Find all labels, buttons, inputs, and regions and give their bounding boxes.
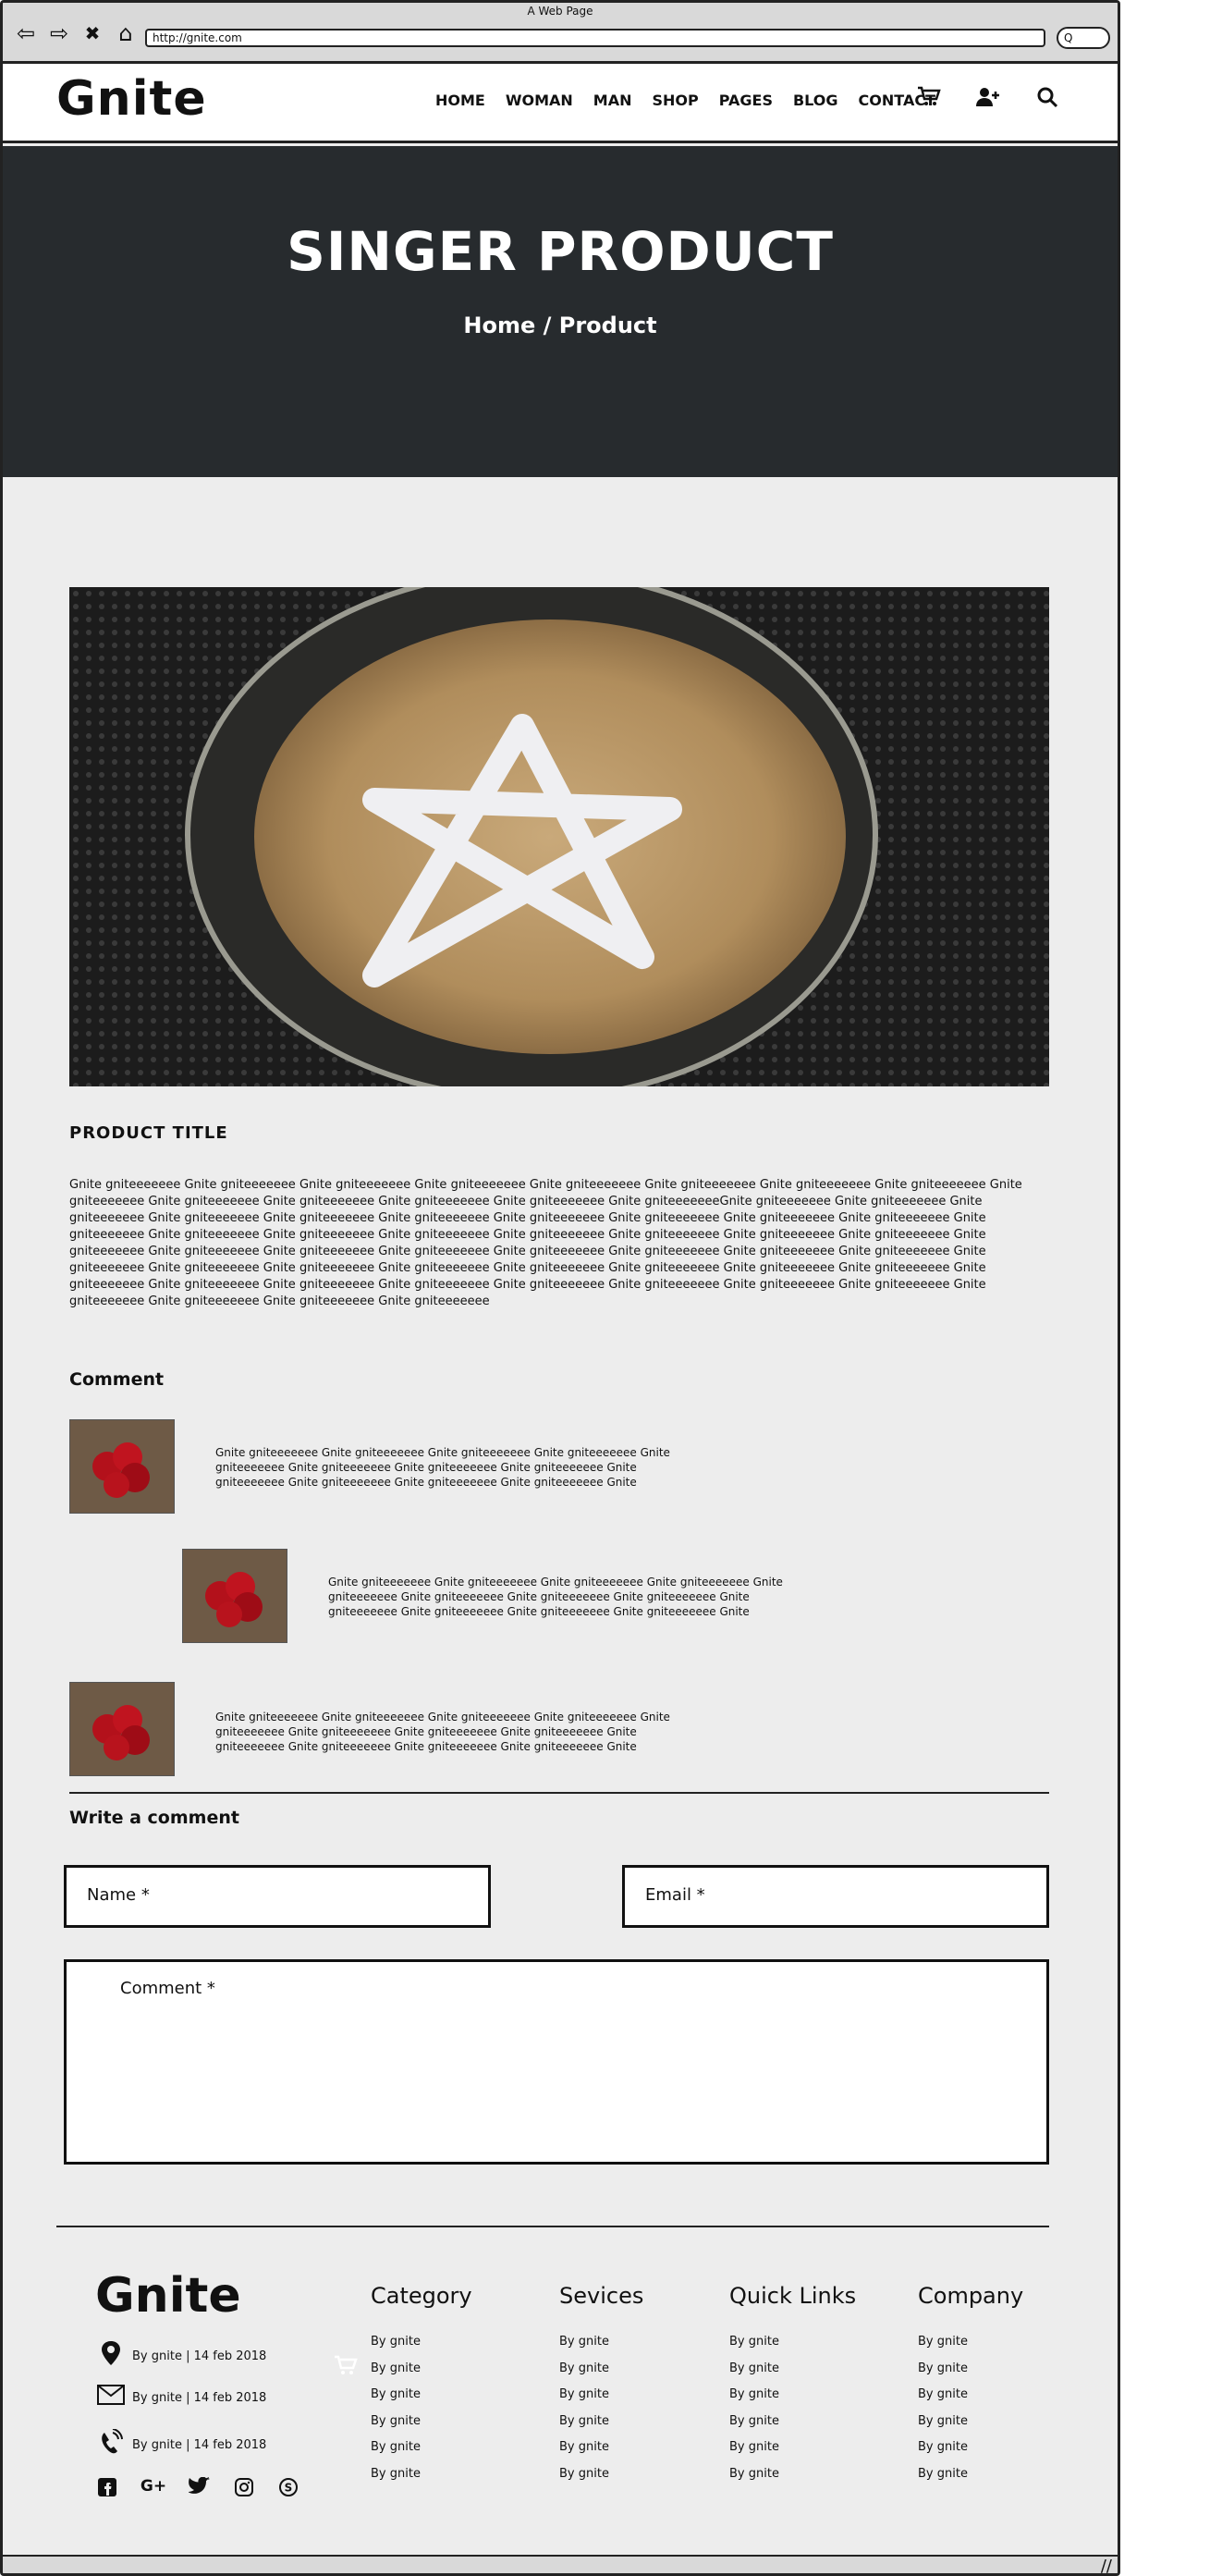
footer-link[interactable]: By gnite	[371, 2335, 472, 2361]
footer-phone-text: By gnite | 14 feb 2018	[132, 2437, 267, 2452]
product-image	[69, 587, 1049, 1086]
comment-text: Gnite gniteeeeeee Gnite gniteeeeeee Gnit…	[215, 1446, 670, 1489]
footer-column-title: Quick Links	[729, 2283, 857, 2309]
footer-link[interactable]: By gnite	[918, 2467, 1023, 2494]
menu-pages[interactable]: PAGES	[719, 92, 773, 109]
footer-column-category: Category By gnite By gnite By gnite By g…	[371, 2283, 472, 2493]
twitter-icon[interactable]	[188, 2476, 212, 2502]
menu-shop[interactable]: SHOP	[653, 92, 699, 109]
cart-icon[interactable]	[916, 86, 942, 114]
footer-link[interactable]: By gnite	[918, 2387, 1023, 2414]
footer-logo[interactable]: Gnite	[95, 2268, 241, 2324]
back-arrow-icon[interactable]: ⇦	[14, 21, 38, 45]
footer-link[interactable]: By gnite	[559, 2387, 643, 2414]
footer-link[interactable]: By gnite	[559, 2361, 643, 2388]
menu-blog[interactable]: BLOG	[793, 92, 838, 109]
window-title: A Web Page	[527, 5, 593, 18]
reply-avatar	[182, 1549, 287, 1643]
footer-link[interactable]: By gnite	[559, 2335, 643, 2361]
menu-woman[interactable]: WOMAN	[506, 92, 573, 109]
breadcrumb[interactable]: Home / Product	[3, 313, 1118, 338]
reply-text: Gnite gniteeeeeee Gnite gniteeeeeee Gnit…	[328, 1576, 783, 1618]
page-title: SINGER PRODUCT	[287, 220, 834, 283]
menu-home[interactable]: HOME	[435, 92, 485, 109]
footer-link[interactable]: By gnite	[729, 2335, 856, 2361]
footer-column-quick-links: Quick Links By gnite By gnite By gnite B…	[729, 2283, 856, 2493]
header-icons	[916, 86, 1060, 114]
comments-heading: Comment	[69, 1369, 165, 1390]
browser-chrome: A Web Page ⇦ ⇨ ✖ ⌂ http://gnite.com Q	[3, 3, 1118, 64]
footer-link[interactable]: By gnite	[371, 2467, 472, 2494]
svg-text:S: S	[285, 2482, 293, 2495]
envelope-icon	[95, 2385, 127, 2410]
footer-address-text: By gnite | 14 feb 2018	[132, 2349, 267, 2363]
home-icon[interactable]: ⌂	[114, 21, 138, 45]
hero-banner: SINGER PRODUCT Home / Product	[3, 146, 1118, 477]
social-links: G+ S	[95, 2476, 300, 2502]
browser-window: A Web Page ⇦ ⇨ ✖ ⌂ http://gnite.com Q Gn…	[0, 0, 1120, 2576]
footer-link[interactable]: By gnite	[918, 2440, 1023, 2467]
browser-search[interactable]: Q	[1057, 27, 1110, 49]
comment-field[interactable]: Comment *	[64, 1959, 1049, 2165]
url-bar[interactable]: http://gnite.com	[145, 29, 1045, 47]
footer-link[interactable]: By gnite	[371, 2361, 472, 2388]
footer-column-title: Sevices	[559, 2283, 644, 2309]
google-plus-icon[interactable]: G+	[140, 2477, 167, 2502]
browser-nav: ⇦ ⇨ ✖ ⌂	[14, 21, 138, 45]
forward-arrow-icon[interactable]: ⇨	[47, 21, 71, 45]
close-icon[interactable]: ✖	[80, 21, 104, 45]
footer-link[interactable]: By gnite	[559, 2414, 643, 2441]
footer-link[interactable]: By gnite	[918, 2361, 1023, 2388]
resize-handle-icon[interactable]: //	[1101, 2557, 1112, 2573]
footer-email-text: By gnite | 14 feb 2018	[132, 2390, 267, 2405]
footer-divider	[56, 2226, 1049, 2227]
status-bar	[3, 2555, 1118, 2573]
footer-link[interactable]: By gnite	[729, 2387, 856, 2414]
instagram-icon[interactable]	[232, 2477, 256, 2502]
search-icon[interactable]	[1034, 86, 1060, 114]
location-pin-icon	[95, 2340, 127, 2372]
email-field[interactable]: Email *	[622, 1865, 1049, 1928]
footer-link[interactable]: By gnite	[729, 2440, 856, 2467]
page-margin	[1124, 0, 1222, 2576]
footer-link[interactable]: By gnite	[371, 2440, 472, 2467]
footer-link[interactable]: By gnite	[371, 2387, 472, 2414]
comment-avatar	[69, 1419, 175, 1514]
phone-icon	[95, 2428, 127, 2460]
add-user-icon[interactable]	[975, 86, 1001, 114]
product-title: PRODUCT TITLE	[69, 1123, 228, 1143]
comment-text: Gnite gniteeeeeee Gnite gniteeeeeee Gnit…	[215, 1711, 670, 1753]
facebook-icon[interactable]	[95, 2477, 119, 2502]
site-header: Gnite HOME WOMAN MAN SHOP PAGES BLOG CON…	[3, 64, 1118, 143]
footer-column-company: Company By gnite By gnite By gnite By gn…	[918, 2283, 1023, 2493]
footer-link[interactable]: By gnite	[729, 2467, 856, 2494]
name-field[interactable]: Name *	[64, 1865, 491, 1928]
footer-link[interactable]: By gnite	[559, 2440, 643, 2467]
footer-link[interactable]: By gnite	[729, 2361, 856, 2388]
footer-link[interactable]: By gnite	[729, 2414, 856, 2441]
footer-link[interactable]: By gnite	[918, 2335, 1023, 2361]
divider	[69, 1792, 1049, 1794]
footer-column-services: Sevices By gnite By gnite By gnite By gn…	[559, 2283, 643, 2493]
footer-email: By gnite | 14 feb 2018	[95, 2385, 266, 2410]
comment-avatar	[69, 1682, 175, 1776]
skype-icon[interactable]: S	[276, 2477, 300, 2502]
footer-address: By gnite | 14 feb 2018	[95, 2340, 266, 2372]
footer-link[interactable]: By gnite	[371, 2414, 472, 2441]
cart-icon	[334, 2355, 360, 2384]
main-menu: HOME WOMAN MAN SHOP PAGES BLOG CONTACT	[435, 92, 956, 109]
footer-link[interactable]: By gnite	[559, 2467, 643, 2494]
footer-column-title: Category	[371, 2283, 472, 2309]
footer-phone: By gnite | 14 feb 2018	[95, 2428, 267, 2460]
write-comment-heading: Write a comment	[69, 1808, 239, 1828]
footer-link[interactable]: By gnite	[918, 2414, 1023, 2441]
site-logo[interactable]: Gnite	[56, 71, 207, 127]
product-description: Gnite gniteeeeeee Gnite gniteeeeeee Gnit…	[69, 1178, 1022, 1308]
footer-column-title: Company	[918, 2283, 1024, 2309]
menu-man[interactable]: MAN	[593, 92, 632, 109]
